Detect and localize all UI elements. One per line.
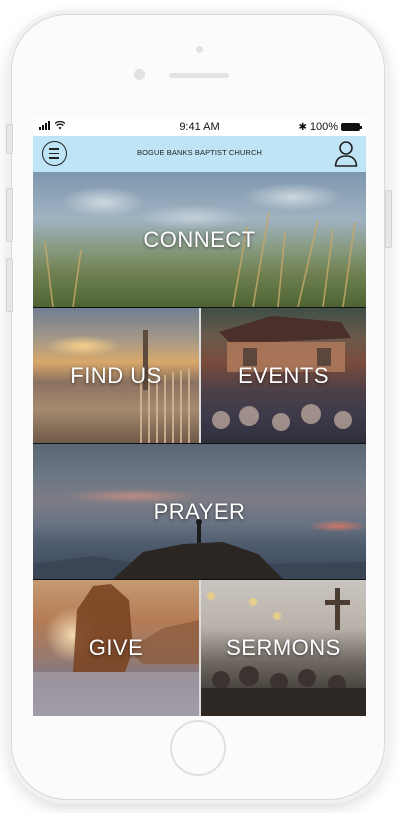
tile-sermons[interactable]: SERMONS bbox=[201, 580, 366, 716]
tile-label: CONNECT bbox=[143, 226, 256, 252]
tile-label: FIND US bbox=[70, 362, 162, 388]
status-bar: 9:41 AM ✱ 100% bbox=[33, 118, 366, 136]
menu-line-icon bbox=[49, 152, 59, 155]
front-camera bbox=[134, 69, 145, 80]
tile-label: SERMONS bbox=[226, 635, 341, 660]
tile-find-us[interactable]: FIND US bbox=[33, 308, 199, 443]
volume-up-button bbox=[6, 188, 13, 242]
tile-label: GIVE bbox=[88, 635, 144, 660]
tile-events[interactable]: EVENTS bbox=[201, 308, 366, 443]
user-icon[interactable] bbox=[334, 140, 358, 168]
tile-give[interactable]: GIVE bbox=[33, 580, 199, 716]
home-button[interactable] bbox=[170, 720, 226, 776]
proximity-sensor bbox=[196, 46, 203, 53]
menu-button[interactable] bbox=[42, 141, 67, 166]
app-screen: 9:41 AM ✱ 100% BOGUE BANKS BAPTIST CHURC… bbox=[33, 118, 366, 716]
menu-line-icon bbox=[49, 148, 59, 150]
battery-percent: 100% bbox=[309, 121, 338, 133]
page-title: BOGUE BANKS BAPTIST CHURCH bbox=[137, 148, 262, 157]
tile-connect[interactable]: CONNECT bbox=[33, 172, 366, 307]
bluetooth-icon: ✱ bbox=[298, 121, 307, 133]
tile-label: EVENTS bbox=[237, 362, 330, 388]
tile-prayer[interactable]: PRAYER bbox=[33, 444, 366, 579]
app-header: BOGUE BANKS BAPTIST CHURCH bbox=[33, 136, 366, 172]
menu-line-icon bbox=[49, 157, 59, 159]
status-right: ✱ 100% bbox=[298, 121, 362, 133]
earpiece-speaker bbox=[169, 73, 229, 78]
mute-switch bbox=[6, 124, 13, 154]
tile-label: PRAYER bbox=[153, 498, 246, 524]
volume-down-button bbox=[6, 258, 13, 312]
power-button bbox=[385, 190, 392, 248]
battery-icon bbox=[341, 123, 362, 131]
